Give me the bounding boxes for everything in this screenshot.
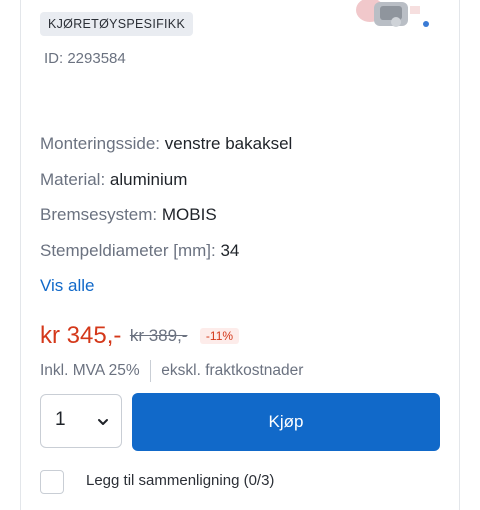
product-id: ID: 2293584 xyxy=(44,50,126,67)
spec-value: 34 xyxy=(220,241,240,260)
buy-button[interactable]: Kjøp xyxy=(132,393,440,451)
quantity-value: 1 xyxy=(55,409,66,430)
spec-value: aluminium xyxy=(109,170,188,189)
spec-row-material: Material: aluminium xyxy=(40,170,187,190)
compare-checkbox[interactable] xyxy=(40,470,64,494)
show-all-link[interactable]: Vis alle xyxy=(40,276,95,296)
divider xyxy=(149,360,151,382)
product-image[interactable] xyxy=(340,0,436,36)
compare-label: Legg til sammenligning (0/3) xyxy=(86,472,275,489)
spec-label: Material: xyxy=(40,170,106,189)
vat-shipping-info: Inkl. MVA 25% ekskl. fraktkostnader xyxy=(40,360,303,382)
spec-value: MOBIS xyxy=(161,205,217,224)
discount-badge: -11% xyxy=(199,328,240,344)
spec-row-piston-diameter: Stempeldiameter [mm]: 34 xyxy=(40,241,239,261)
quantity-select[interactable]: 1 xyxy=(40,394,122,448)
spec-label: Monteringsside: xyxy=(40,134,161,153)
spec-label: Stempeldiameter [mm]: xyxy=(40,241,216,260)
current-price: kr 345,- xyxy=(40,322,122,349)
vehicle-specific-badge: KJØRETØYSPESIFIKK xyxy=(40,12,194,36)
spec-row-mounting-side: Monteringsside: venstre bakaksel xyxy=(40,134,292,154)
spec-row-brake-system: Bremsesystem: MOBIS xyxy=(40,205,217,225)
spec-label: Bremsesystem: xyxy=(40,205,158,224)
price-row: kr 345,- kr 389,- -11% xyxy=(40,322,240,352)
old-price: kr 389,- xyxy=(129,326,188,345)
spec-value: venstre bakaksel xyxy=(164,134,293,153)
vat-text: Inkl. MVA 25% xyxy=(40,362,140,380)
chevron-down-icon xyxy=(97,415,109,427)
shipping-text: ekskl. fraktkostnader xyxy=(161,362,304,380)
